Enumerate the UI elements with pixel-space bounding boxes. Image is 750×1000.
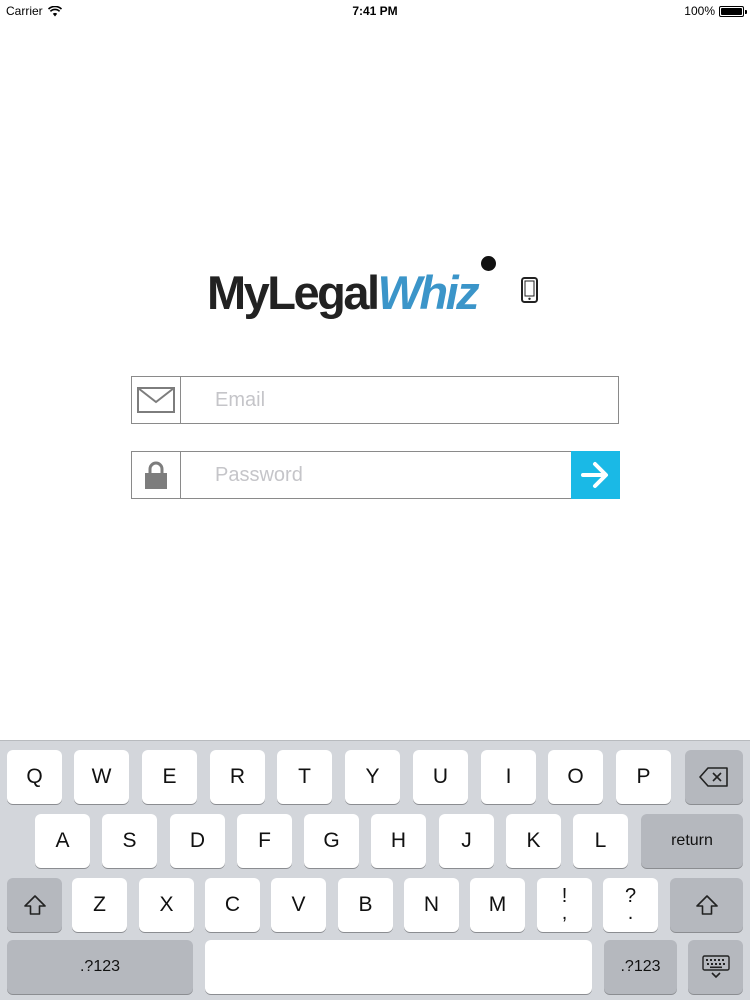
shift-key-right[interactable] bbox=[670, 878, 743, 932]
password-icon-box bbox=[132, 452, 181, 498]
numbers-key-left[interactable]: .?123 bbox=[7, 940, 193, 994]
key-c[interactable]: C bbox=[205, 878, 260, 932]
key-a[interactable]: A bbox=[35, 814, 90, 868]
backspace-icon bbox=[699, 767, 728, 787]
logo-text-whiz: Whiz bbox=[377, 266, 480, 319]
key-l[interactable]: L bbox=[573, 814, 628, 868]
key-p[interactable]: P bbox=[616, 750, 671, 804]
key-s[interactable]: S bbox=[102, 814, 157, 868]
logo-dot-icon bbox=[481, 256, 496, 271]
key-z[interactable]: Z bbox=[72, 878, 127, 932]
phone-icon bbox=[521, 277, 538, 303]
shift-icon bbox=[695, 895, 718, 915]
key-r[interactable]: R bbox=[210, 750, 265, 804]
email-field-container bbox=[131, 376, 619, 424]
delete-key[interactable] bbox=[685, 750, 743, 804]
space-bar[interactable] bbox=[205, 940, 592, 994]
envelope-icon bbox=[137, 387, 175, 413]
key-t[interactable]: T bbox=[277, 750, 332, 804]
key-m[interactable]: M bbox=[470, 878, 525, 932]
arrow-right-icon bbox=[581, 461, 608, 488]
key-y[interactable]: Y bbox=[345, 750, 400, 804]
key-x[interactable]: X bbox=[139, 878, 194, 932]
numbers-key-right[interactable]: .?123 bbox=[604, 940, 677, 994]
battery-percent: 100% bbox=[684, 4, 715, 18]
key-k[interactable]: K bbox=[506, 814, 561, 868]
key-period-label: . bbox=[627, 902, 634, 924]
key-b[interactable]: B bbox=[338, 878, 393, 932]
key-q[interactable]: Q bbox=[7, 750, 62, 804]
key-e[interactable]: E bbox=[142, 750, 197, 804]
key-exclamation-comma[interactable]: ! , bbox=[537, 878, 592, 932]
shift-key-left[interactable] bbox=[7, 878, 62, 932]
key-f[interactable]: F bbox=[237, 814, 292, 868]
email-input[interactable] bbox=[181, 377, 618, 423]
clock: 7:41 PM bbox=[352, 4, 398, 18]
hide-keyboard-key[interactable] bbox=[688, 940, 743, 994]
login-submit-button[interactable] bbox=[570, 450, 620, 499]
key-w[interactable]: W bbox=[74, 750, 129, 804]
password-field-container bbox=[131, 450, 620, 499]
return-key[interactable]: return bbox=[641, 814, 743, 868]
key-u[interactable]: U bbox=[413, 750, 468, 804]
battery-indicator: 100% bbox=[684, 4, 747, 18]
password-input[interactable] bbox=[181, 452, 571, 498]
keyboard-dismiss-icon bbox=[701, 955, 730, 979]
on-screen-keyboard: Q W E R T Y U I O P A S D F G H J K L re… bbox=[0, 740, 750, 1000]
battery-icon bbox=[719, 5, 747, 17]
key-v[interactable]: V bbox=[271, 878, 326, 932]
app-logo: MyLegal Whiz bbox=[207, 256, 480, 319]
key-o[interactable]: O bbox=[548, 750, 603, 804]
key-comma-label: , bbox=[561, 902, 568, 924]
status-bar: Carrier 7:41 PM 100% bbox=[0, 0, 750, 22]
shift-icon bbox=[23, 895, 46, 915]
key-j[interactable]: J bbox=[439, 814, 494, 868]
key-g[interactable]: G bbox=[304, 814, 359, 868]
key-h[interactable]: H bbox=[371, 814, 426, 868]
key-n[interactable]: N bbox=[404, 878, 459, 932]
key-question-period[interactable]: ? . bbox=[603, 878, 658, 932]
key-i[interactable]: I bbox=[481, 750, 536, 804]
email-icon-box bbox=[132, 377, 181, 423]
logo-text-mylegal: MyLegal bbox=[207, 266, 380, 319]
lock-icon bbox=[145, 461, 167, 489]
key-d[interactable]: D bbox=[170, 814, 225, 868]
